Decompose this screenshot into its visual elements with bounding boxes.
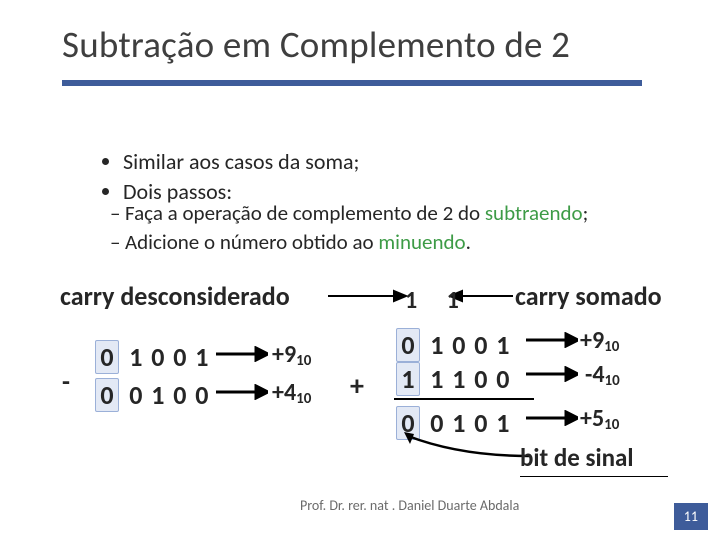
sign-bit-label: bit de sinal bbox=[520, 442, 634, 473]
arrow-left-val-1 bbox=[216, 346, 268, 362]
left-value-2: +410 bbox=[272, 378, 311, 408]
plus-sign: + bbox=[350, 368, 364, 403]
title-rule bbox=[62, 80, 642, 95]
right-row-2: 1 1100 bbox=[396, 362, 514, 396]
arrow-right-val-1 bbox=[526, 332, 578, 348]
sub-bullet-2: –Adicione o número obtido ao minuendo. bbox=[110, 228, 588, 256]
arrow-left-val-2 bbox=[216, 384, 268, 400]
sign-bit-underline bbox=[520, 476, 668, 477]
left-row-1: 0 1001 bbox=[95, 340, 213, 374]
sub-bullets: –Faça a operação de complemento de 2 do … bbox=[110, 198, 588, 258]
carry-bits: 1 1 bbox=[405, 286, 471, 315]
left-row-2: 0 0100 bbox=[95, 378, 213, 412]
carry-right-label: carry somado bbox=[515, 280, 662, 312]
footer-author: Prof. Dr. rer. nat . Daniel Duarte Abdal… bbox=[300, 497, 519, 514]
arrow-right-val-2 bbox=[526, 366, 578, 382]
right-value-2: -410 bbox=[585, 360, 620, 390]
arrow-carry-left bbox=[328, 288, 408, 306]
bullet-1: Similar aos casos da soma; bbox=[123, 147, 359, 177]
left-value-1: +910 bbox=[272, 340, 311, 370]
page-number: 11 bbox=[674, 503, 708, 530]
sum-rule bbox=[394, 398, 534, 400]
right-value-1: +910 bbox=[580, 326, 619, 356]
right-row-1: 0 1001 bbox=[396, 328, 514, 362]
sub-bullet-1: –Faça a operação de complemento de 2 do … bbox=[110, 199, 588, 227]
right-value-3: +510 bbox=[580, 404, 619, 434]
carry-left-label: carry desconsiderado bbox=[60, 280, 290, 312]
arrow-right-val-3 bbox=[526, 410, 578, 426]
slide-title: Subtração em Complemento de 2 bbox=[62, 22, 570, 67]
minus-sign: - bbox=[62, 365, 70, 397]
